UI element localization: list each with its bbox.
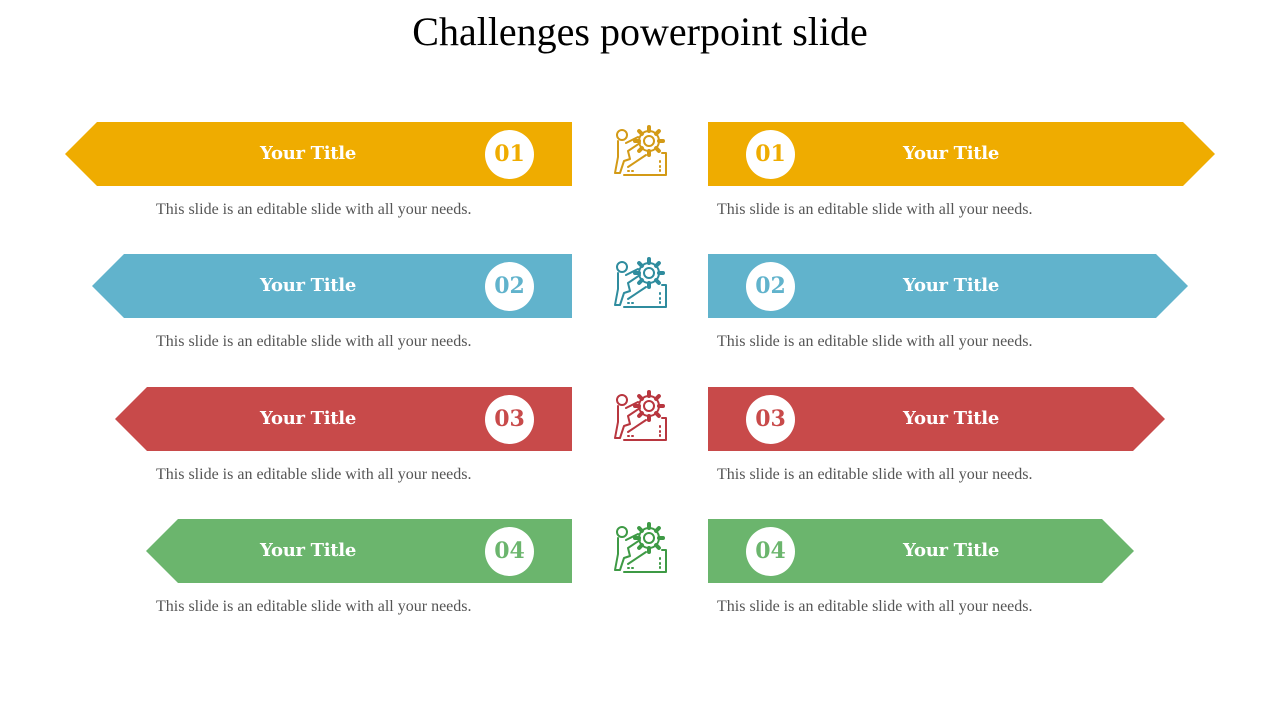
- right-description-03: This slide is an editable slide with all…: [717, 466, 1033, 483]
- right-description-04: This slide is an editable slide with all…: [717, 598, 1033, 615]
- right-description-02: This slide is an editable slide with all…: [717, 333, 1033, 350]
- right-banner-03: 03 Your Title: [708, 387, 1165, 451]
- slide-title: Challenges powerpoint slide: [412, 9, 868, 54]
- left-description-02: This slide is an editable slide with all…: [156, 333, 472, 350]
- left-banner-title: Your Title: [260, 143, 356, 164]
- left-number-badge: 01: [485, 130, 534, 179]
- left-banner-03: Your Title 03: [115, 387, 572, 451]
- left-banner-04: Your Title 04: [146, 519, 572, 583]
- left-banner-01: Your Title 01: [65, 122, 572, 186]
- left-description-01: This slide is an editable slide with all…: [156, 201, 472, 218]
- right-banner-04: 04 Your Title: [708, 519, 1134, 583]
- left-description-03: This slide is an editable slide with all…: [156, 466, 472, 483]
- left-banner-title: Your Title: [260, 275, 356, 296]
- right-number-badge: 02: [746, 262, 795, 311]
- right-banner-title: Your Title: [903, 275, 999, 296]
- left-banner-title: Your Title: [260, 540, 356, 561]
- right-banner-title: Your Title: [903, 540, 999, 561]
- right-banner-title: Your Title: [903, 143, 999, 164]
- left-number-badge: 02: [485, 262, 534, 311]
- left-description-04: This slide is an editable slide with all…: [156, 598, 472, 615]
- right-number-badge: 03: [746, 395, 795, 444]
- right-number-badge: 04: [746, 527, 795, 576]
- left-banner-title: Your Title: [260, 408, 356, 429]
- left-number-badge: 04: [485, 527, 534, 576]
- climber-gear-icon-03: [610, 388, 668, 444]
- climber-gear-icon-04: [610, 520, 668, 576]
- climber-gear-icon-02: [610, 255, 668, 311]
- right-description-01: This slide is an editable slide with all…: [717, 201, 1033, 218]
- left-number-badge: 03: [485, 395, 534, 444]
- left-banner-02: Your Title 02: [92, 254, 572, 318]
- right-banner-02: 02 Your Title: [708, 254, 1188, 318]
- right-banner-01: 01 Your Title: [708, 122, 1215, 186]
- right-number-badge: 01: [746, 130, 795, 179]
- right-banner-title: Your Title: [903, 408, 999, 429]
- climber-gear-icon-01: [610, 123, 668, 179]
